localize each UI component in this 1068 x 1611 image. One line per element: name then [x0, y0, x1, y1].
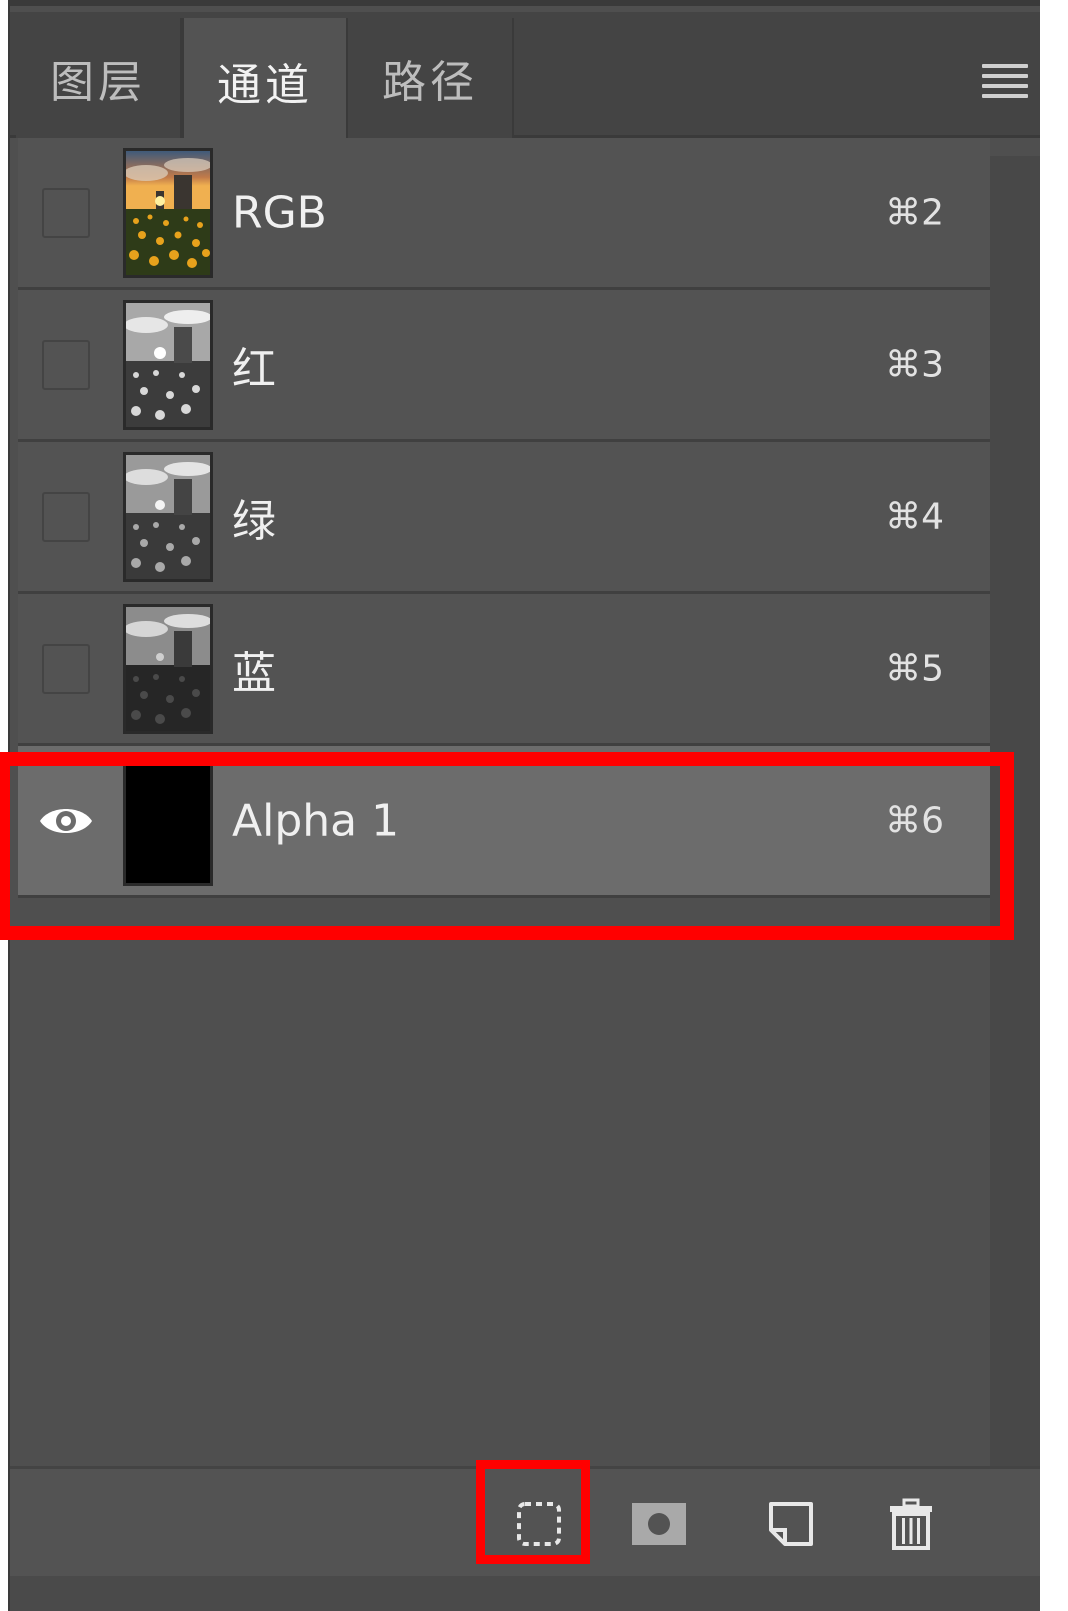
panel-bottom-edge [10, 1576, 1040, 1611]
visibility-toggle[interactable] [42, 187, 90, 238]
channel-thumbnail [123, 299, 213, 430]
new-channel-button[interactable] [756, 1489, 826, 1559]
channels-toolbar [10, 1466, 1040, 1576]
panel-menu-icon[interactable] [982, 64, 1028, 98]
channel-thumbnail [123, 451, 213, 582]
channel-row-rgb[interactable]: RGB ⌘2 [18, 138, 990, 290]
channel-shortcut: ⌘5 [885, 648, 944, 689]
channels-panel: 图层 通道 路径 RGB ⌘2 红 ⌘3 绿 ⌘4 蓝 ⌘5 Alpha 1 ⌘… [8, 0, 1040, 1611]
channel-list: RGB ⌘2 红 ⌘3 绿 ⌘4 蓝 ⌘5 Alpha 1 ⌘6 [18, 138, 990, 898]
channel-thumbnail [123, 147, 213, 278]
channel-shortcut: ⌘6 [885, 800, 944, 841]
new-channel-icon [769, 1502, 813, 1546]
channel-name: Alpha 1 [232, 795, 400, 846]
channel-name: 红 [232, 343, 276, 395]
channel-thumbnail [123, 603, 213, 734]
save-selection-icon [632, 1503, 686, 1545]
visibility-toggle[interactable] [42, 491, 90, 542]
channel-row-green[interactable]: 绿 ⌘4 [18, 442, 990, 594]
channel-name: RGB [232, 187, 327, 238]
tab-paths[interactable]: 路径 [348, 18, 514, 138]
tab-channels[interactable]: 通道 [182, 18, 348, 144]
visibility-toggle[interactable] [42, 339, 90, 390]
tab-bar: 图层 通道 路径 [10, 12, 1040, 144]
channel-shortcut: ⌘2 [885, 192, 944, 233]
save-selection-button[interactable] [624, 1489, 694, 1559]
channel-row-alpha-1[interactable]: Alpha 1 ⌘6 [18, 746, 990, 898]
scrollbar[interactable] [990, 156, 1040, 1466]
channel-name: 绿 [232, 495, 276, 547]
trash-icon [890, 1498, 932, 1550]
channel-row-blue[interactable]: 蓝 ⌘5 [18, 594, 990, 746]
load-selection-icon [517, 1502, 561, 1546]
eye-icon[interactable] [38, 801, 94, 841]
tab-layers[interactable]: 图层 [16, 18, 182, 138]
channel-shortcut: ⌘3 [885, 344, 944, 385]
channel-thumbnail [123, 755, 213, 886]
visibility-toggle[interactable] [42, 643, 90, 694]
channel-name: 蓝 [232, 647, 276, 699]
channel-row-red[interactable]: 红 ⌘3 [18, 290, 990, 442]
delete-channel-button[interactable] [876, 1489, 946, 1559]
load-selection-button[interactable] [504, 1489, 574, 1559]
channel-shortcut: ⌘4 [885, 496, 944, 537]
